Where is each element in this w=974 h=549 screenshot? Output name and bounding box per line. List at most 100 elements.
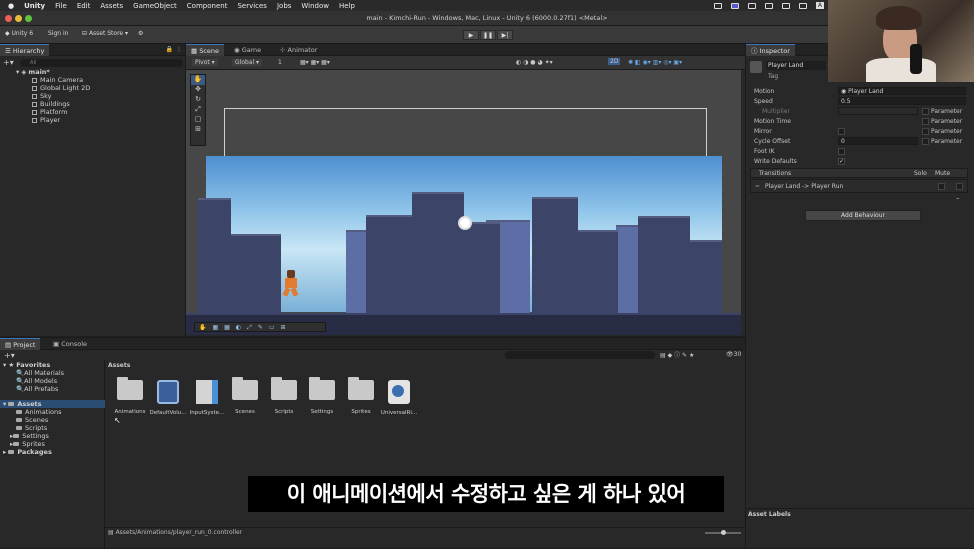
asset-volume-tile[interactable]: DefaultVolu...	[148, 380, 188, 416]
asset-folder-item[interactable]: ▸ Sprites	[10, 440, 45, 448]
state-name-field[interactable]: Player Land	[766, 61, 826, 70]
menu-jobs[interactable]: Jobs	[277, 2, 291, 10]
menu-edit[interactable]: Edit	[77, 2, 91, 10]
menu-window[interactable]: Window	[301, 2, 329, 10]
hierarchy-item[interactable]: Sky	[32, 92, 52, 100]
grid-snap-icon[interactable]: ▦▾ ▦▾ ▦▾	[300, 59, 330, 66]
unity-account-button[interactable]: ◆ Unity 6	[5, 30, 33, 37]
move-tool-icon[interactable]: ✥	[191, 85, 205, 95]
asset-folder-tile[interactable]: Sprites	[341, 377, 381, 415]
menu-component[interactable]: Component	[187, 2, 228, 10]
asset-urp-tile[interactable]: UniversalRi...	[379, 380, 419, 416]
rect-tool-icon[interactable]: ▢	[191, 115, 205, 125]
rotate-tool-icon[interactable]: ↻	[191, 95, 205, 105]
add-behaviour-button[interactable]: Add Behaviour	[805, 210, 921, 221]
tab-game[interactable]: ◉ Game	[229, 44, 266, 56]
asset-input-tile[interactable]: InputSyste...	[187, 380, 227, 416]
global-dropdown[interactable]: Global ▾	[232, 59, 263, 66]
assets-root-item[interactable]: ▾ Assets	[0, 400, 105, 408]
asset-folder-item[interactable]: ▸ Settings	[10, 432, 49, 440]
scene-viewport[interactable]: ✋ ✥ ↻ ⤢ ▢ ⊞ ✋▦▦◐⤢✎▭⊞	[186, 70, 741, 335]
favorite-item[interactable]: 🔍All Materials	[16, 369, 64, 377]
menu-services[interactable]: Services	[237, 2, 267, 10]
render-mode-icon[interactable]: ◐ ◑ ● ◕ ✦▾	[516, 59, 553, 66]
audio-icon[interactable]	[747, 2, 756, 9]
multiplier-parameter-checkbox[interactable]	[922, 108, 929, 115]
tab-console[interactable]: ▣ Console	[48, 338, 92, 350]
assets-breadcrumb[interactable]: Assets	[108, 362, 130, 369]
menu-assets[interactable]: Assets	[100, 2, 123, 10]
hand-tool-icon[interactable]: ✋	[191, 75, 205, 85]
tab-hierarchy[interactable]: ☰ Hierarchy	[0, 44, 50, 56]
favorites-item[interactable]: ▾ ★ Favorites	[3, 361, 50, 369]
asset-folder-item[interactable]: Animations	[16, 408, 62, 416]
hierarchy-item[interactable]: Main Camera	[32, 76, 83, 84]
slider-thumb[interactable]	[721, 530, 726, 535]
scene-overlay-toolbar[interactable]: ✋▦▦◐⤢✎▭⊞	[194, 322, 326, 332]
hierarchy-item[interactable]: Buildings	[32, 100, 70, 108]
remove-transition-icon[interactable]: –	[956, 194, 960, 202]
filter-icons[interactable]: ▤ ◆ ⓘ ✎ ★	[660, 350, 694, 359]
cycle-offset-field[interactable]: 0	[838, 137, 918, 145]
more-menu-icon[interactable]: ⋮	[176, 46, 182, 53]
grid-size-field[interactable]: 1	[278, 59, 282, 66]
pivot-dropdown[interactable]: Pivot ▾	[192, 59, 218, 66]
step-button[interactable]: ▶|	[497, 30, 513, 40]
solo-checkbox[interactable]	[938, 183, 945, 190]
asset-folder-tile[interactable]: Settings	[302, 377, 342, 415]
add-object-icon[interactable]: +▾	[3, 58, 14, 67]
menu-gameobject[interactable]: GameObject	[133, 2, 177, 10]
hierarchy-item[interactable]: Player	[32, 116, 60, 124]
menu-unity[interactable]: Unity	[24, 2, 45, 10]
screen-record-icon[interactable]	[713, 2, 722, 9]
cycle-offset-parameter-checkbox[interactable]	[922, 138, 929, 145]
hierarchy-item[interactable]: Global Light 2D	[32, 84, 90, 92]
write-defaults-checkbox[interactable]: ✓	[838, 158, 845, 165]
motion-field[interactable]: ◉ Player Land	[838, 87, 966, 95]
hierarchy-item[interactable]: Platform	[32, 108, 67, 116]
speed-field[interactable]: 0.5	[838, 97, 966, 105]
menu-help[interactable]: Help	[339, 2, 355, 10]
mute-checkbox[interactable]	[956, 183, 963, 190]
tab-scene[interactable]: ▦ Scene	[186, 44, 225, 56]
asset-folder-item[interactable]: Scripts	[16, 424, 47, 432]
light-gizmo-icon[interactable]	[458, 216, 472, 230]
lighting-toggle-icon[interactable]: ✺ ◧ ◉▾ ▥▾ ◎▾ ▣▾	[628, 59, 682, 66]
battery-icon[interactable]	[798, 2, 807, 9]
foot-ik-checkbox[interactable]	[838, 148, 845, 155]
hierarchy-search-input[interactable]: All	[19, 58, 183, 67]
tab-animator[interactable]: ⊹ Animator	[275, 44, 322, 56]
scale-tool-icon[interactable]: ⤢	[191, 105, 205, 115]
pause-button[interactable]: ❚❚	[480, 30, 496, 40]
packages-item[interactable]: ▸ Packages	[3, 448, 52, 456]
create-asset-icon[interactable]: +▾	[4, 351, 15, 360]
drag-handle-icon[interactable]: =	[755, 183, 760, 190]
sign-in-button[interactable]: Sign in	[48, 30, 68, 37]
apple-icon[interactable]: ●	[8, 2, 14, 10]
icon-size-slider[interactable]	[705, 530, 741, 535]
motion-time-parameter-checkbox[interactable]	[922, 118, 929, 125]
display-icon[interactable]	[730, 2, 739, 9]
asset-folder-item[interactable]: Scenes	[16, 416, 48, 424]
input-source-icon[interactable]: A	[815, 2, 824, 9]
project-search-input[interactable]	[505, 351, 655, 359]
mirror-parameter-checkbox[interactable]	[922, 128, 929, 135]
2d-mode-toggle[interactable]: 2D	[608, 58, 621, 65]
mirror-checkbox[interactable]	[838, 128, 845, 135]
favorite-item[interactable]: 🔍All Models	[16, 377, 57, 385]
scene-root-item[interactable]: ▾ ◈ main*	[16, 68, 50, 76]
asset-folder-tile[interactable]: Scripts	[264, 377, 304, 415]
menu-file[interactable]: File	[55, 2, 67, 10]
asset-folder-tile[interactable]: Scenes	[225, 377, 265, 415]
tab-inspector[interactable]: ⓘ Inspector	[746, 44, 795, 56]
transform-tool-icon[interactable]: ⊞	[191, 125, 205, 135]
bluetooth-icon[interactable]	[781, 2, 790, 9]
player-sprite[interactable]	[282, 270, 299, 297]
asset-store-button[interactable]: ⊟ Asset Store ▾	[82, 30, 128, 37]
asset-folder-tile[interactable]: Animations	[110, 377, 150, 415]
tab-project[interactable]: ▤ Project	[0, 338, 41, 350]
cloud-settings-icon[interactable]: ⚙	[138, 30, 143, 37]
transition-row[interactable]: = Player Land -> Player Run	[750, 179, 968, 193]
lock-icon[interactable]: 🔒	[166, 46, 173, 53]
wifi-icon[interactable]	[764, 2, 773, 9]
